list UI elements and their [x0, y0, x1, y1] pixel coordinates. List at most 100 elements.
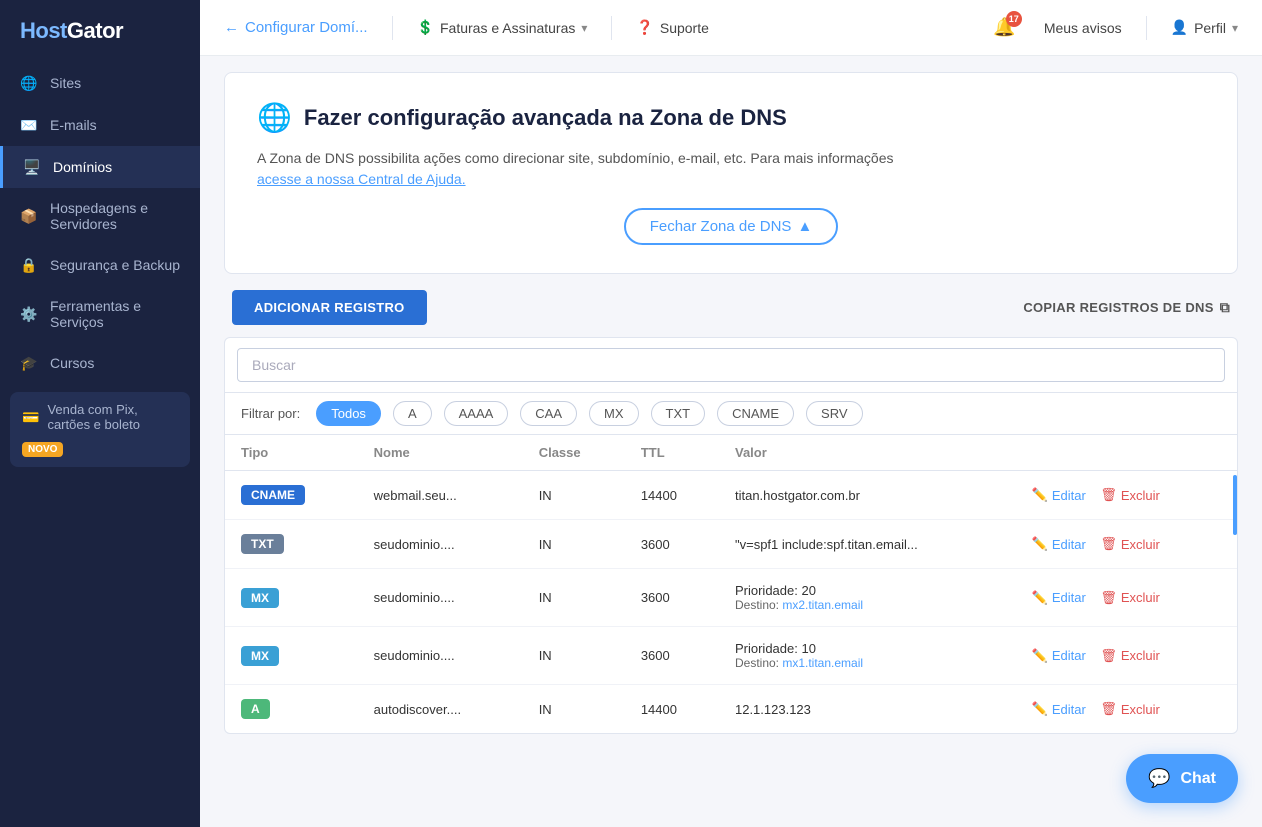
cell-type: CNAME	[225, 471, 358, 520]
sidebar-item-dominios[interactable]: 🖥️ Domínios	[0, 146, 200, 188]
back-button[interactable]: ← Configurar Domí...	[224, 19, 368, 36]
help-link[interactable]: acesse a nossa Central de Ajuda.	[257, 171, 466, 187]
filter-a[interactable]: A	[393, 401, 432, 426]
dollar-icon: 💲	[417, 19, 434, 36]
cell-value: 12.1.123.123	[719, 685, 1016, 734]
cell-actions: ✏️ Editar 🗑 Excluir	[1016, 627, 1237, 685]
type-badge: TXT	[241, 534, 284, 554]
avisos-bell[interactable]: 🔔 17	[993, 17, 1015, 38]
cell-name: webmail.seu...	[358, 471, 523, 520]
search-input[interactable]	[237, 348, 1225, 382]
type-badge: CNAME	[241, 485, 305, 505]
col-ttl: TTL	[625, 435, 719, 471]
sidebar-item-cursos[interactable]: 🎓 Cursos	[0, 342, 200, 384]
cell-name: seudominio....	[358, 569, 523, 627]
filter-srv[interactable]: SRV	[806, 401, 863, 426]
globe-icon: 🌐	[257, 101, 292, 134]
pencil-icon: ✏️	[1032, 701, 1048, 717]
avisos-label[interactable]: Meus avisos	[1044, 20, 1122, 36]
topbar: ← Configurar Domí... 💲 Faturas e Assinat…	[200, 0, 1262, 56]
page-content: 🌐 Fazer configuração avançada na Zona de…	[200, 56, 1262, 827]
delete-button[interactable]: 🗑 Excluir	[1100, 487, 1160, 503]
dns-table-container: Filtrar por: Todos A AAAA CAA MX TXT CNA…	[224, 337, 1238, 734]
sidebar-item-pix[interactable]: 💳 Venda com Pix, cartões e boleto NOVO	[10, 392, 190, 467]
copy-icon: ⧉	[1220, 299, 1230, 316]
delete-button[interactable]: 🗑 Excluir	[1100, 536, 1160, 552]
filter-caa[interactable]: CAA	[520, 401, 577, 426]
copy-dns-button[interactable]: COPIAR REGISTROS DE DNS ⧉	[1023, 299, 1230, 316]
hospedagens-icon: 📦	[20, 207, 38, 225]
cell-ttl: 14400	[625, 685, 719, 734]
delete-button[interactable]: 🗑 Excluir	[1100, 590, 1160, 606]
topbar-divider	[392, 16, 393, 40]
edit-button[interactable]: ✏️ Editar	[1032, 590, 1086, 606]
scrollbar-indicator[interactable]	[1233, 475, 1237, 535]
suporte-link[interactable]: ❓ Suporte	[636, 19, 708, 36]
filter-row: Filtrar por: Todos A AAAA CAA MX TXT CNA…	[225, 393, 1237, 435]
cell-name: seudominio....	[358, 627, 523, 685]
cell-class: IN	[523, 685, 625, 734]
col-valor: Valor	[719, 435, 1016, 471]
chat-icon: 💬	[1148, 768, 1170, 789]
back-arrow-icon: ←	[224, 19, 239, 36]
delete-button[interactable]: 🗑 Excluir	[1100, 701, 1160, 717]
cell-value: titan.hostgator.com.br	[719, 471, 1016, 520]
type-badge: A	[241, 699, 270, 719]
pencil-icon: ✏️	[1032, 590, 1048, 606]
edit-button[interactable]: ✏️ Editar	[1032, 701, 1086, 717]
table-row: A autodiscover.... IN 14400 12.1.123.123…	[225, 685, 1237, 734]
filter-txt[interactable]: TXT	[651, 401, 706, 426]
cell-actions: ✏️ Editar 🗑 Excluir	[1016, 471, 1237, 520]
actions-row: ADICIONAR REGISTRO COPIAR REGISTROS DE D…	[224, 290, 1238, 325]
dns-zone-card: 🌐 Fazer configuração avançada na Zona de…	[224, 72, 1238, 274]
dominios-icon: 🖥️	[23, 158, 41, 176]
chat-bubble[interactable]: 💬 Chat	[1126, 754, 1238, 803]
dns-description: A Zona de DNS possibilita ações como dir…	[257, 148, 1205, 190]
logo: HostGator	[0, 0, 200, 62]
sidebar-item-seguranca[interactable]: 🔒 Segurança e Backup	[0, 244, 200, 286]
filter-aaaa[interactable]: AAAA	[444, 401, 509, 426]
faturas-menu[interactable]: 💲 Faturas e Assinaturas ▾	[417, 19, 588, 36]
sidebar-item-ferramentas[interactable]: ⚙️ Ferramentas e Serviços	[0, 286, 200, 342]
cursos-icon: 🎓	[20, 354, 38, 372]
filter-todos[interactable]: Todos	[316, 401, 381, 426]
cell-class: IN	[523, 627, 625, 685]
edit-button[interactable]: ✏️ Editar	[1032, 536, 1086, 552]
perfil-menu[interactable]: 👤 Perfil ▾	[1171, 19, 1238, 36]
table-row: MX seudominio.... IN 3600 Prioridade: 10…	[225, 627, 1237, 685]
edit-button[interactable]: ✏️ Editar	[1032, 648, 1086, 664]
col-actions	[1016, 435, 1237, 471]
cell-ttl: 3600	[625, 520, 719, 569]
filter-mx[interactable]: MX	[589, 401, 639, 426]
close-dns-button[interactable]: Fechar Zona de DNS ▲	[624, 208, 839, 245]
delete-button[interactable]: 🗑 Excluir	[1100, 648, 1160, 664]
sidebar-item-sites[interactable]: 🌐 Sites	[0, 62, 200, 104]
col-nome: Nome	[358, 435, 523, 471]
trash-icon: 🗑	[1100, 590, 1117, 606]
topbar-divider3	[1146, 16, 1147, 40]
cell-name: seudominio....	[358, 520, 523, 569]
sidebar-item-emails[interactable]: ✉️ E-mails	[0, 104, 200, 146]
pencil-icon: ✏️	[1032, 487, 1048, 503]
sidebar: HostGator 🌐 Sites ✉️ E-mails 🖥️ Domínios…	[0, 0, 200, 827]
cell-actions: ✏️ Editar 🗑 Excluir	[1016, 569, 1237, 627]
table-wrapper: Tipo Nome Classe TTL Valor CNAME webmail…	[225, 435, 1237, 733]
table-row: MX seudominio.... IN 3600 Prioridade: 20…	[225, 569, 1237, 627]
cell-ttl: 14400	[625, 471, 719, 520]
cell-value: "v=spf1 include:spf.titan.email...	[719, 520, 1016, 569]
add-record-button[interactable]: ADICIONAR REGISTRO	[232, 290, 427, 325]
pencil-icon: ✏️	[1032, 536, 1048, 552]
filter-cname[interactable]: CNAME	[717, 401, 794, 426]
cell-name: autodiscover....	[358, 685, 523, 734]
type-badge: MX	[241, 646, 279, 666]
main-area: ← Configurar Domí... 💲 Faturas e Assinat…	[200, 0, 1262, 827]
pix-icon: 💳	[22, 409, 39, 426]
dns-card-title: Fazer configuração avançada na Zona de D…	[304, 105, 787, 131]
email-icon: ✉️	[20, 116, 38, 134]
sidebar-item-hospedagens[interactable]: 📦 Hospedagens e Servidores	[0, 188, 200, 244]
edit-button[interactable]: ✏️ Editar	[1032, 487, 1086, 503]
col-classe: Classe	[523, 435, 625, 471]
cell-ttl: 3600	[625, 569, 719, 627]
chevron-down-icon: ▾	[581, 21, 587, 35]
dns-table: Tipo Nome Classe TTL Valor CNAME webmail…	[225, 435, 1237, 733]
